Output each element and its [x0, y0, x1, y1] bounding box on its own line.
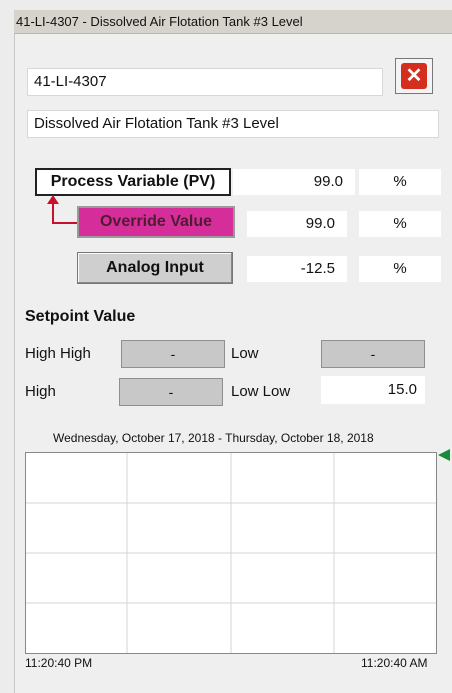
low-input[interactable]: - [321, 340, 425, 368]
analog-input-unit: % [359, 256, 441, 282]
override-unit: % [359, 211, 441, 237]
override-value-button[interactable]: Override Value [77, 206, 235, 238]
triangle-left-icon [438, 449, 450, 461]
close-icon: ✕ [401, 63, 427, 89]
window-title: 41-LI-4307 - Dissolved Air Flotation Tan… [16, 14, 303, 29]
high-high-label: High High [25, 345, 91, 362]
bent-arrow-icon [47, 195, 79, 224]
override-value-label: Override Value [99, 213, 213, 230]
analog-input-value: -12.5 [247, 256, 347, 282]
tag-name-field: 41-LI-4307 [27, 68, 383, 96]
analog-input-label: Analog Input [106, 259, 204, 276]
trend-grid [26, 453, 436, 653]
low-low-input[interactable]: 15.0 [321, 376, 425, 404]
process-variable-button[interactable]: Process Variable (PV) [35, 168, 231, 196]
high-input[interactable]: - [119, 378, 223, 406]
trend-start-time: 11:20:40 PM [25, 656, 93, 670]
tag-name: 41-LI-4307 [34, 73, 107, 90]
high-high-input[interactable]: - [121, 340, 225, 368]
window-titlebar: 41-LI-4307 - Dissolved Air Flotation Tan… [14, 10, 452, 34]
tag-description-field: Dissolved Air Flotation Tank #3 Level [27, 110, 439, 138]
low-low-label: Low Low [231, 383, 291, 400]
setpoint-section-title: Setpoint Value [25, 308, 136, 325]
close-button[interactable]: ✕ [395, 58, 433, 94]
tag-description: Dissolved Air Flotation Tank #3 Level [34, 115, 279, 132]
faceplate-panel: 41-LI-4307 ✕ Dissolved Air Flotation Tan… [14, 34, 452, 693]
process-variable-label: Process Variable (PV) [50, 173, 216, 190]
override-value: 99.0 [247, 211, 347, 237]
pv-value: 99.0 [233, 169, 355, 195]
high-label: High [25, 383, 56, 400]
analog-input-button[interactable]: Analog Input [77, 252, 233, 284]
pv-unit: % [359, 169, 441, 195]
trend-date-range: Wednesday, October 17, 2018 - Thursday, … [53, 431, 374, 445]
trend-end-time: 11:20:40 AM [361, 656, 428, 670]
low-label: Low [231, 345, 259, 362]
trend-chart[interactable] [25, 452, 437, 654]
